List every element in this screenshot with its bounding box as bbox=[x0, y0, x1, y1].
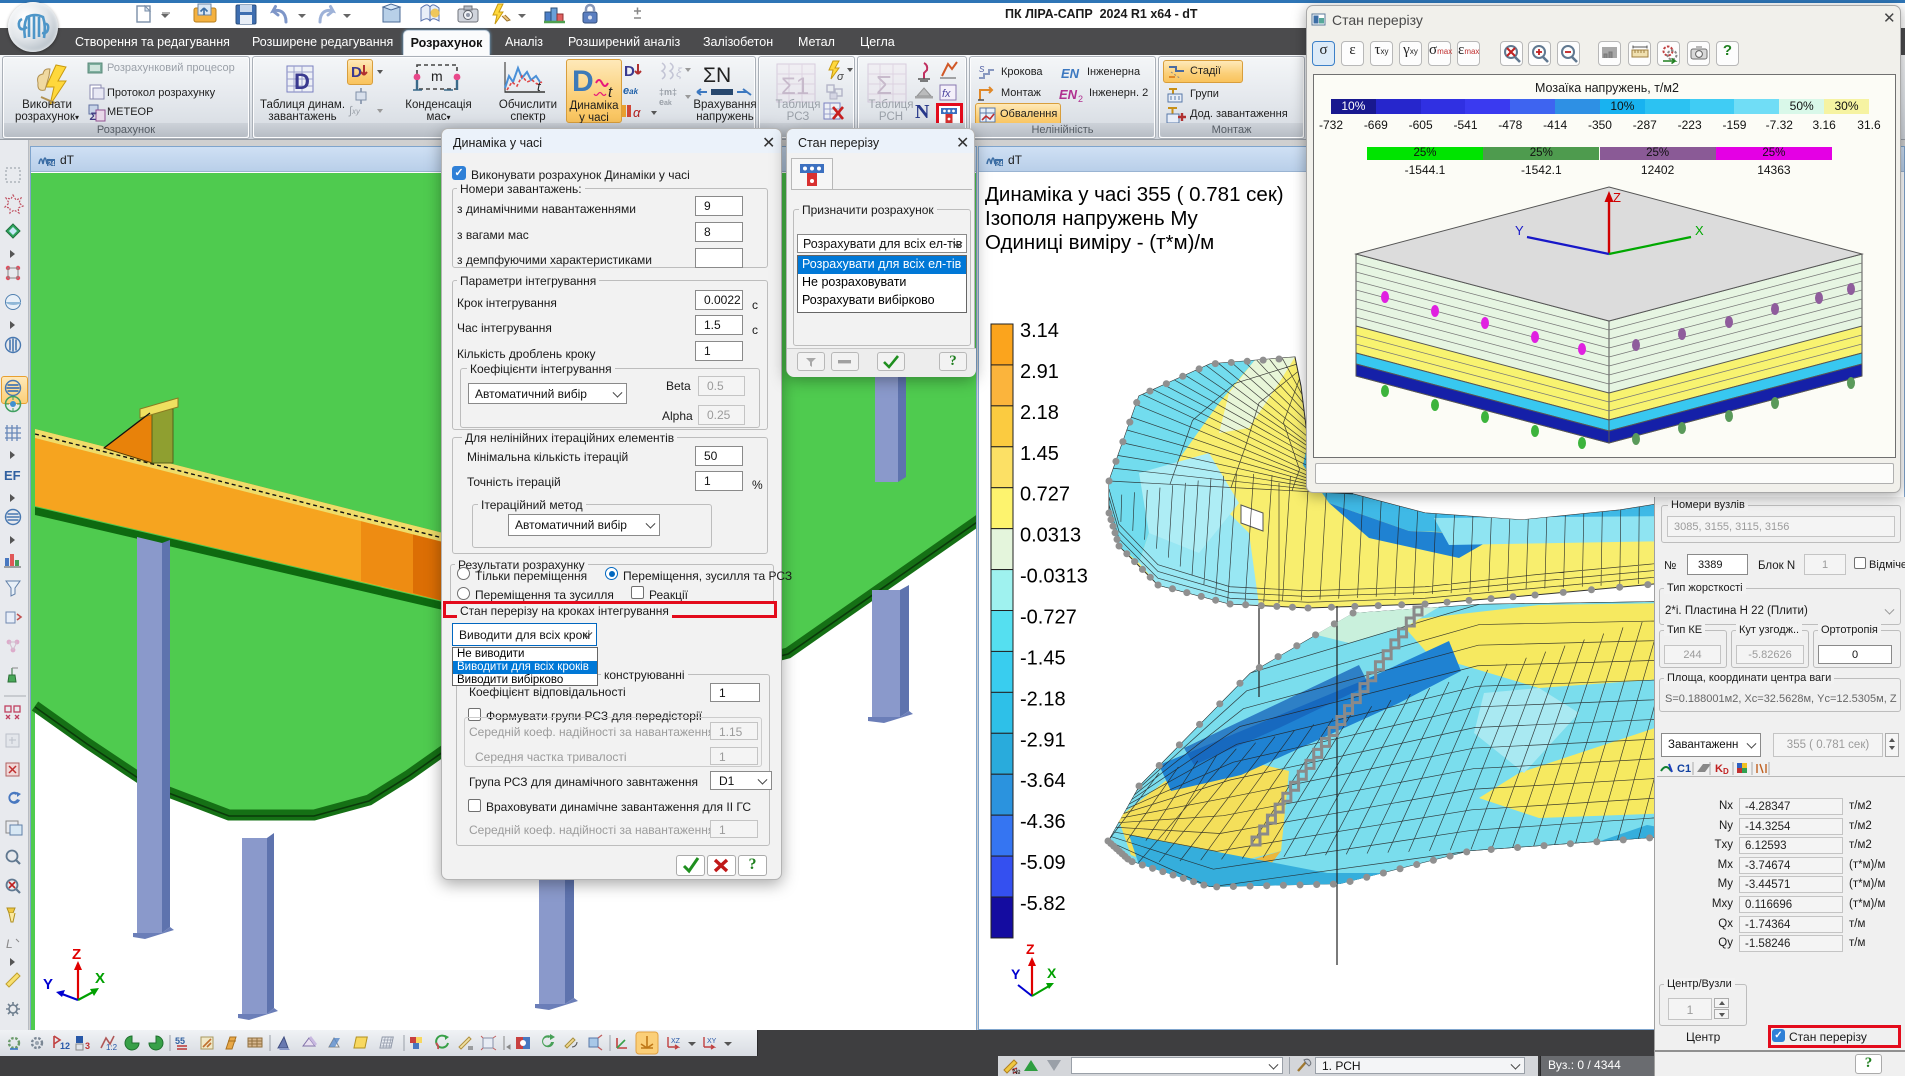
svg-text:Z: Z bbox=[1026, 941, 1035, 957]
svg-text:fx: fx bbox=[942, 88, 951, 100]
svg-text:-0.0313: -0.0313 bbox=[1020, 566, 1088, 588]
svg-text:XZ: XZ bbox=[671, 1038, 681, 1045]
svg-text:Одиниці виміру - (т*м)/м: Одиниці виміру - (т*м)/м bbox=[985, 231, 1214, 254]
svg-text:Z: Z bbox=[72, 946, 81, 963]
svg-text:12: 12 bbox=[60, 1041, 70, 1051]
svg-text:1.45: 1.45 bbox=[1020, 443, 1059, 465]
svg-text:№: № bbox=[1012, 1067, 1021, 1075]
svg-text:-5.82: -5.82 bbox=[1020, 893, 1066, 915]
svg-text:S: S bbox=[979, 65, 985, 74]
svg-text:24: 24 bbox=[996, 162, 1003, 168]
svg-text:55: 55 bbox=[175, 1036, 185, 1046]
svg-text:3: 3 bbox=[85, 1041, 90, 1051]
svg-text:t: t bbox=[608, 84, 613, 101]
svg-text:-2.18: -2.18 bbox=[1020, 688, 1066, 710]
svg-text:-1.45: -1.45 bbox=[1020, 647, 1066, 669]
svg-text:D: D bbox=[351, 64, 362, 81]
svg-text:Z: Z bbox=[1613, 190, 1621, 205]
svg-text:D: D bbox=[294, 69, 310, 94]
svg-text:-5.09: -5.09 bbox=[1020, 852, 1066, 874]
svg-text:2.18: 2.18 bbox=[1020, 402, 1059, 424]
svg-text:KD: KD bbox=[1715, 763, 1729, 776]
svg-text:-2.91: -2.91 bbox=[1020, 729, 1066, 751]
svg-text:EN: EN bbox=[1061, 66, 1080, 81]
svg-text:X: X bbox=[1047, 965, 1057, 981]
svg-text:24: 24 bbox=[48, 162, 55, 168]
svg-text:L: L bbox=[6, 937, 13, 951]
svg-text:X: X bbox=[1695, 223, 1704, 238]
svg-text:Σ: Σ bbox=[89, 111, 97, 122]
svg-text:Y: Y bbox=[1011, 966, 1021, 982]
svg-text:Y: Y bbox=[43, 976, 53, 993]
svg-text:X: X bbox=[95, 970, 105, 987]
svg-text:m: m bbox=[431, 68, 443, 84]
svg-text:ΣN: ΣN bbox=[703, 64, 731, 87]
svg-text:ξ: ξ bbox=[676, 65, 683, 80]
svg-text:0.0313: 0.0313 bbox=[1020, 525, 1081, 547]
svg-text:EN: EN bbox=[1059, 87, 1078, 102]
svg-text:Σ: Σ bbox=[876, 70, 892, 100]
svg-text:2.91: 2.91 bbox=[1020, 361, 1059, 383]
svg-text:Σ1: Σ1 bbox=[781, 73, 809, 100]
svg-text:Ізополя напружень My: Ізополя напружень My bbox=[985, 207, 1198, 230]
svg-text:2: 2 bbox=[1078, 94, 1083, 103]
svg-text:Y: Y bbox=[1515, 223, 1524, 238]
svg-text:-0.727: -0.727 bbox=[1020, 607, 1077, 629]
svg-text:D: D bbox=[624, 63, 635, 80]
svg-text:XY: XY bbox=[707, 1038, 717, 1045]
svg-text:1:2: 1:2 bbox=[106, 1043, 118, 1052]
svg-text:σ: σ bbox=[837, 71, 844, 82]
svg-text:3.14: 3.14 bbox=[1020, 320, 1059, 342]
svg-text:-3.64: -3.64 bbox=[1020, 770, 1066, 792]
svg-text:D: D bbox=[572, 65, 594, 98]
svg-text:C1: C1 bbox=[1677, 763, 1691, 775]
svg-text:EF: EF bbox=[4, 468, 21, 483]
svg-text:-4.36: -4.36 bbox=[1020, 811, 1066, 833]
svg-text:α: α bbox=[633, 105, 641, 120]
svg-text:0.727: 0.727 bbox=[1020, 484, 1070, 506]
svg-text:Динаміка у часі 355 ( 0.781 се: Динаміка у часі 355 ( 0.781 сек) bbox=[985, 183, 1284, 206]
